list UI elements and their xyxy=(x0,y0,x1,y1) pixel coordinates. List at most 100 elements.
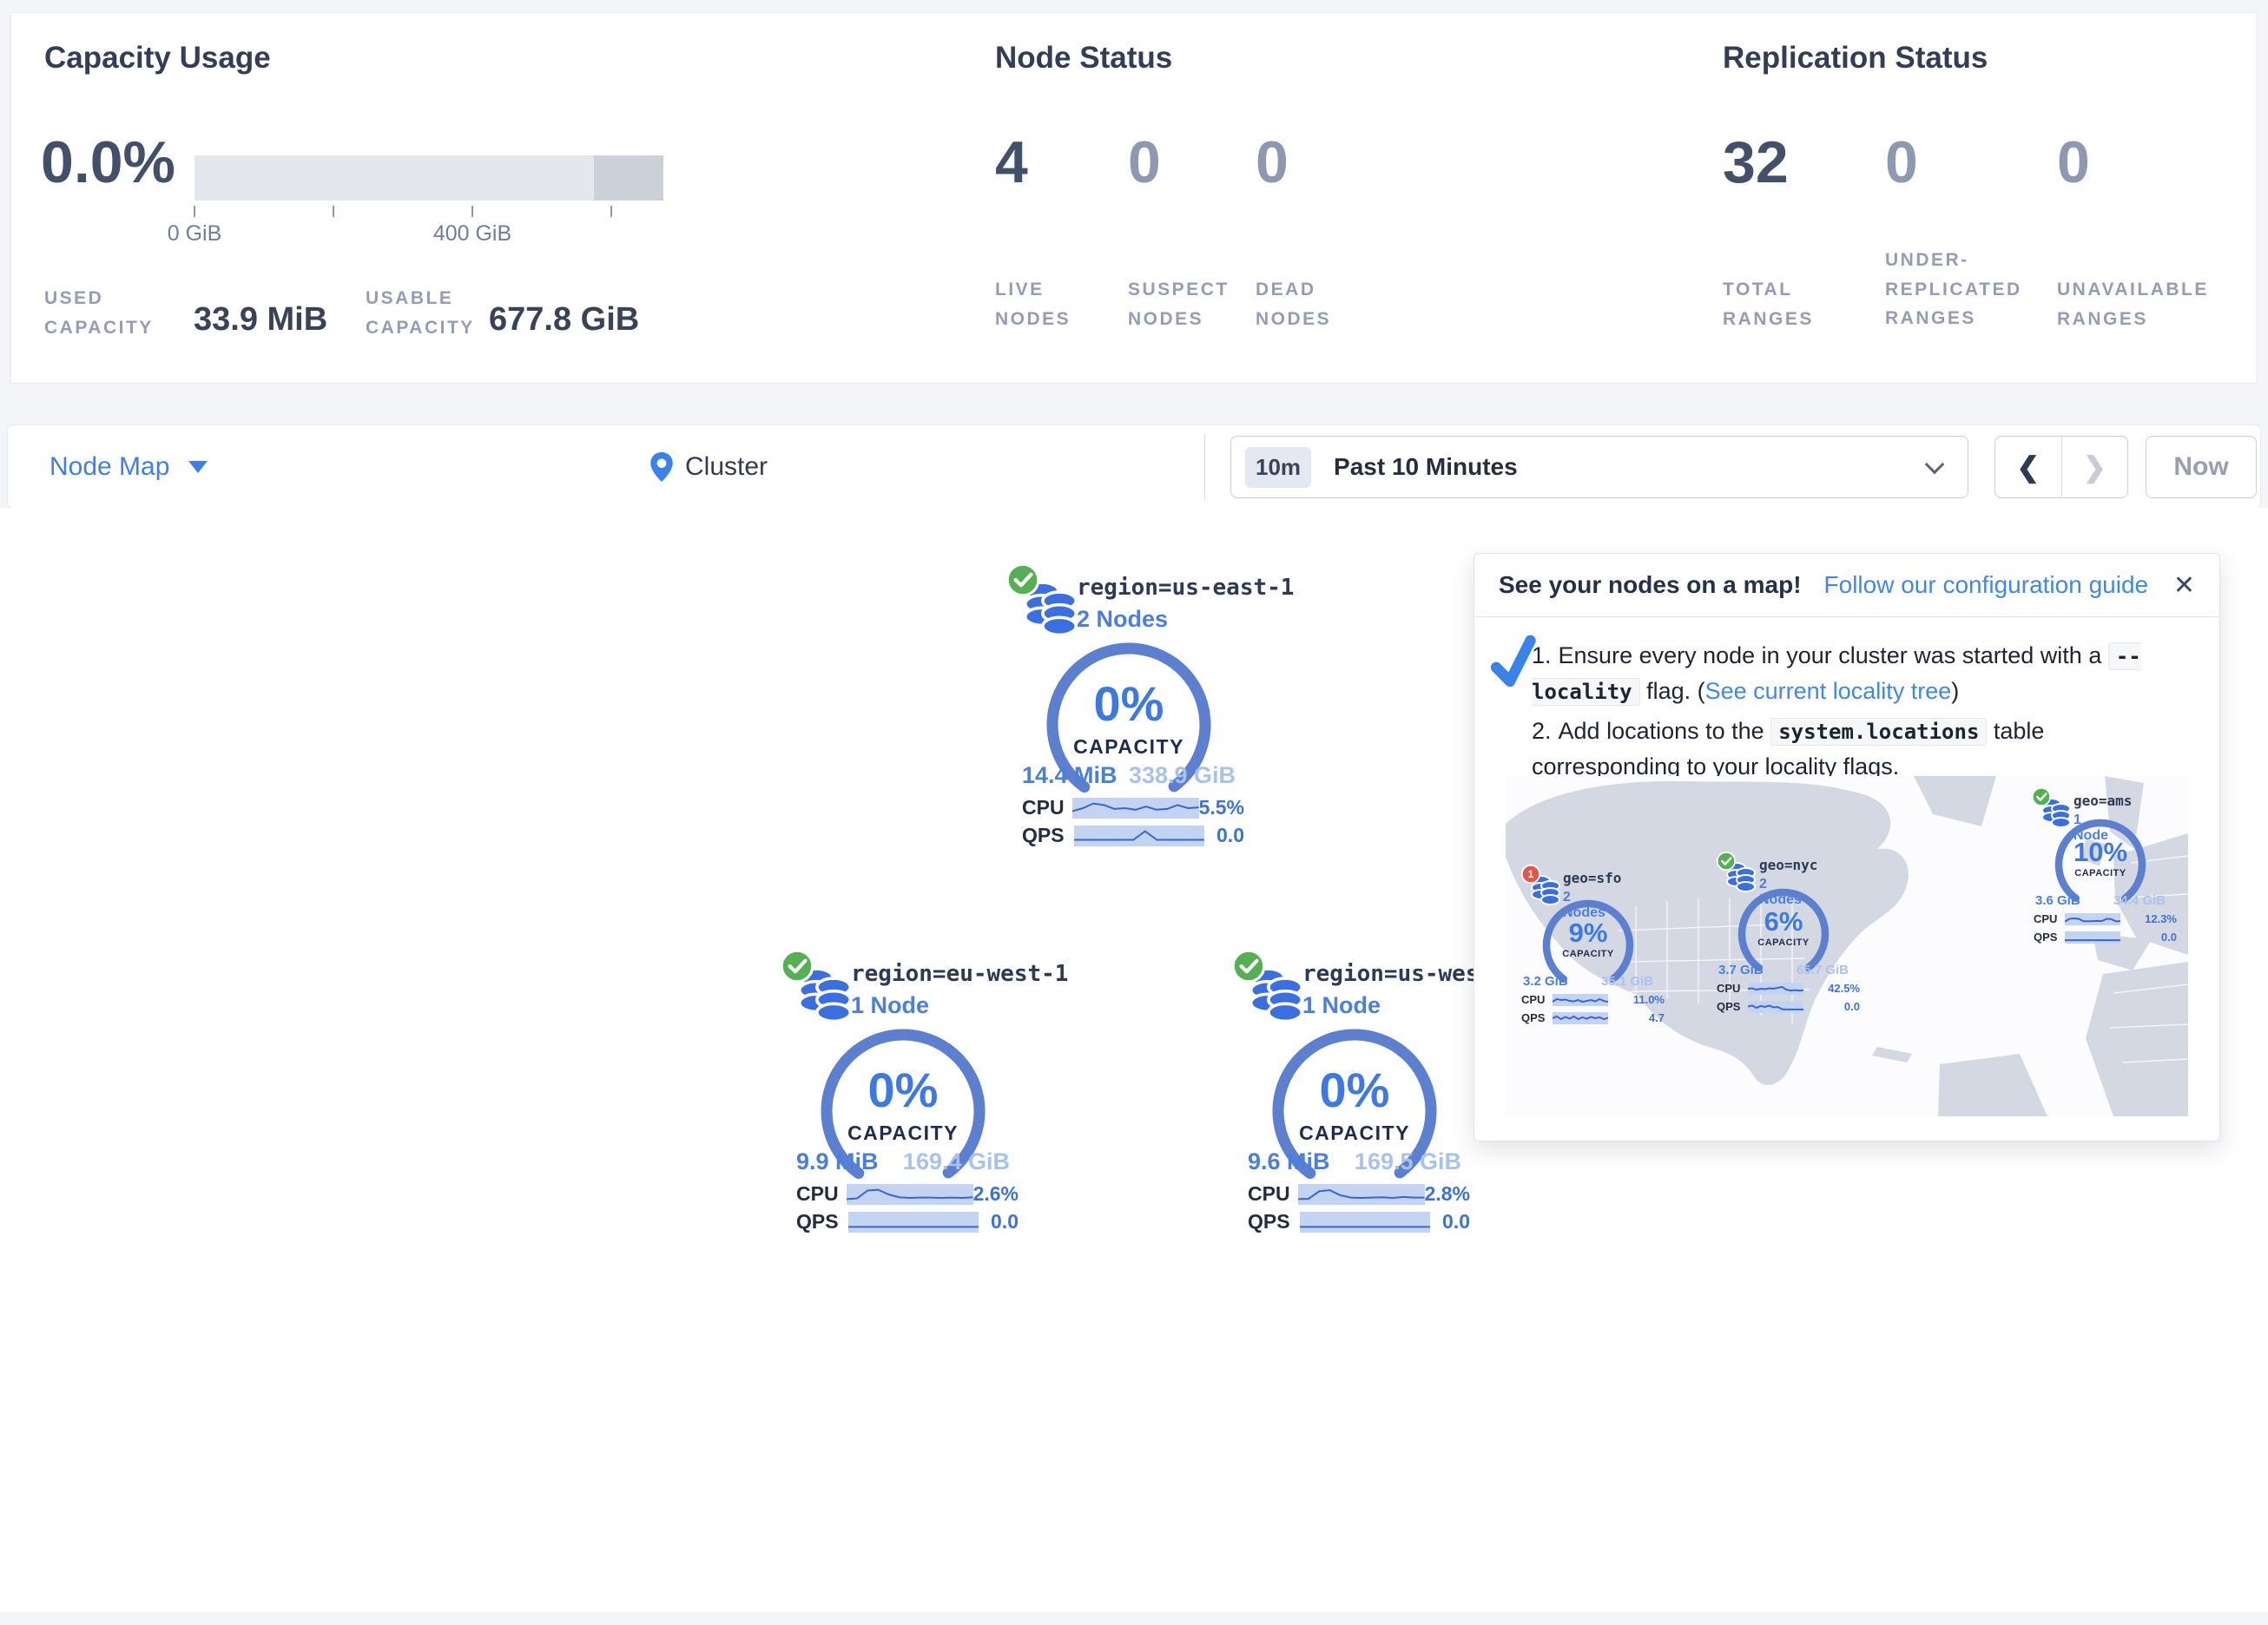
popup-title: See your nodes on a map! xyxy=(1499,571,1802,599)
time-now-button[interactable]: Now xyxy=(2146,436,2257,498)
locality-tree-link[interactable]: See current locality tree xyxy=(1705,678,1952,704)
bar-tick xyxy=(333,206,334,217)
region-node-count: 1 Node xyxy=(851,992,929,1019)
qps-row: QPS 0.0 xyxy=(2034,931,2177,944)
region-title: geo=nyc xyxy=(1759,857,1817,873)
region-node-card-us-west-1[interactable]: region=us-west-1 1 Node 0% CAPACITY 9.6 … xyxy=(1229,946,1480,1241)
usable-capacity-label: USABLECAPACITY xyxy=(366,284,475,342)
qps-sparkline xyxy=(2065,931,2120,944)
under-replicated-count: 0 xyxy=(1885,133,1918,192)
replication-status-title: Replication Status xyxy=(1723,41,1988,76)
cpu-sparkline xyxy=(1553,994,1608,1006)
used-capacity-label: USEDCAPACITY xyxy=(44,284,154,342)
capacity-percent: 0% CAPACITY xyxy=(1268,1062,1441,1145)
view-selector-dropdown[interactable]: Node Map xyxy=(49,452,208,482)
healthy-check-icon xyxy=(1005,562,1041,598)
nodes-on-map-popup: See your nodes on a map! Follow our conf… xyxy=(1474,553,2220,1141)
cpu-row: CPU 2.8% xyxy=(1248,1182,1470,1206)
region-node-card-eu-west-1[interactable]: region=eu-west-1 1 Node 0% CAPACITY 9.9 … xyxy=(777,946,1029,1241)
cluster-stats-panel: Capacity Usage 0.0% 0 GiB 400 GiB USEDCA… xyxy=(10,12,2258,384)
region-title: region=eu-west-1 xyxy=(851,961,1068,987)
time-range-selector[interactable]: 10m Past 10 Minutes xyxy=(1230,436,1968,498)
cpu-sparkline xyxy=(1298,1184,1424,1205)
capacity-values: 3.7 GiB 65.7 GiB xyxy=(1718,963,1849,977)
capacity-usage-bar-reserved xyxy=(594,155,663,201)
region-title: geo=ams xyxy=(2074,793,2132,809)
capacity-usage-title: Capacity Usage xyxy=(44,41,271,76)
time-range-value: Past 10 Minutes xyxy=(1334,453,1518,481)
example-world-map: 1 geo=sfo 2 Nodes 9% CAPACITY 3.2 GiB 35… xyxy=(1506,776,2188,1116)
breadcrumb-label: Cluster xyxy=(685,452,768,482)
chevron-down-icon xyxy=(188,461,208,473)
capacity-percent: 9% CAPACITY xyxy=(1538,918,1638,959)
bar-tick xyxy=(471,206,473,217)
suspect-nodes-count: 0 xyxy=(1128,133,1161,192)
configuration-guide-link[interactable]: Follow our configuration guide xyxy=(1824,571,2149,599)
time-prev-button[interactable]: ❮ xyxy=(1995,437,2062,497)
popup-header: See your nodes on a map! Follow our conf… xyxy=(1474,554,2219,617)
node-map-page: Capacity Usage 0.0% 0 GiB 400 GiB USEDCA… xyxy=(0,0,2268,1625)
capacity-values: 14.4 MiB338.9 GiB xyxy=(1022,762,1236,789)
popup-step-2: 2.Add locations to the system.locations … xyxy=(1532,714,2193,784)
view-selector-label: Node Map xyxy=(49,452,169,482)
region-node-count: 2 Nodes xyxy=(1077,606,1168,633)
cpu-row: CPU 12.3% xyxy=(2034,912,2177,925)
healthy-check-icon xyxy=(1716,851,1737,872)
healthy-check-icon xyxy=(2031,786,2052,807)
region-node-card-us-east-1[interactable]: region=us-east-1 2 Nodes 0% CAPACITY 14.… xyxy=(1003,560,1255,855)
bar-tick xyxy=(610,206,612,217)
healthy-check-icon xyxy=(779,948,815,984)
breadcrumb: Cluster xyxy=(650,452,768,482)
total-ranges-label: TOTALRANGES xyxy=(1723,275,1814,333)
region-title: geo=sfo xyxy=(1563,870,1621,886)
cpu-row: CPU 2.6% xyxy=(796,1182,1019,1206)
live-nodes-label: LIVENODES xyxy=(995,275,1071,333)
usable-capacity-value: 677.8 GiB xyxy=(489,301,639,339)
warning-badge-icon: 1 xyxy=(1520,864,1541,885)
cpu-sparkline xyxy=(1072,798,1198,819)
view-toolbar: Node Map Cluster 10m Past 10 Minutes ❮ ❯… xyxy=(7,424,2261,509)
dead-nodes-count: 0 xyxy=(1256,133,1289,192)
cpu-sparkline xyxy=(847,1184,972,1205)
toolbar-divider xyxy=(1204,434,1205,499)
popup-body: 1.Ensure every node in your cluster was … xyxy=(1474,617,2219,784)
cpu-row: CPU 5.5% xyxy=(1022,796,1244,819)
used-capacity-value: 33.9 MiB xyxy=(194,301,327,339)
capacity-percent: 6% CAPACITY xyxy=(1733,906,1834,948)
capacity-percent: 0% CAPACITY xyxy=(1042,675,1216,759)
cpu-sparkline xyxy=(1748,983,1803,995)
capacity-usage-bar xyxy=(194,155,663,201)
capacity-values: 9.6 MiB169.5 GiB xyxy=(1248,1148,1461,1175)
unavailable-count: 0 xyxy=(2057,133,2090,192)
popup-step-1: 1.Ensure every node in your cluster was … xyxy=(1532,638,2193,708)
bar-tick-label-400: 400 GiB xyxy=(429,221,516,247)
time-range-badge: 10m xyxy=(1245,447,1311,488)
system-locations-code: system.locations xyxy=(1770,718,1987,746)
qps-sparkline xyxy=(848,1212,979,1233)
qps-sparkline xyxy=(1074,826,1204,846)
bar-tick-label-0: 0 GiB xyxy=(160,221,229,247)
bar-tick xyxy=(194,206,195,217)
capacity-percent: 10% CAPACITY xyxy=(2050,837,2151,878)
cpu-row: CPU 11.0% xyxy=(1521,993,1665,1006)
qps-row: QPS 0.0 xyxy=(796,1210,1019,1234)
close-icon[interactable]: ✕ xyxy=(2173,570,2195,601)
svg-text:1: 1 xyxy=(1528,868,1534,880)
suspect-nodes-label: SUSPECTNODES xyxy=(1128,275,1230,333)
capacity-percent: 0% CAPACITY xyxy=(816,1062,990,1145)
capacity-values: 3.6 GiB 34.4 GiB xyxy=(2035,893,2166,908)
qps-sparkline xyxy=(1748,1001,1803,1013)
time-step-buttons: ❮ ❯ xyxy=(1994,436,2128,498)
map-pin-icon xyxy=(650,452,673,482)
qps-row: QPS 0.0 xyxy=(1717,1000,1860,1013)
total-ranges-count: 32 xyxy=(1723,133,1789,192)
qps-row: QPS 0.0 xyxy=(1248,1210,1470,1234)
cpu-sparkline xyxy=(2065,913,2120,925)
unavailable-label: UNAVAILABLERANGES xyxy=(2057,275,2209,333)
qps-row: QPS 0.0 xyxy=(1022,824,1244,847)
healthy-check-icon xyxy=(1230,948,1267,984)
done-check-icon xyxy=(1484,634,1543,693)
under-replicated-label: UNDER-REPLICATEDRANGES xyxy=(1885,246,2022,333)
time-next-button[interactable]: ❯ xyxy=(2062,437,2128,497)
dead-nodes-label: DEADNODES xyxy=(1256,275,1331,333)
